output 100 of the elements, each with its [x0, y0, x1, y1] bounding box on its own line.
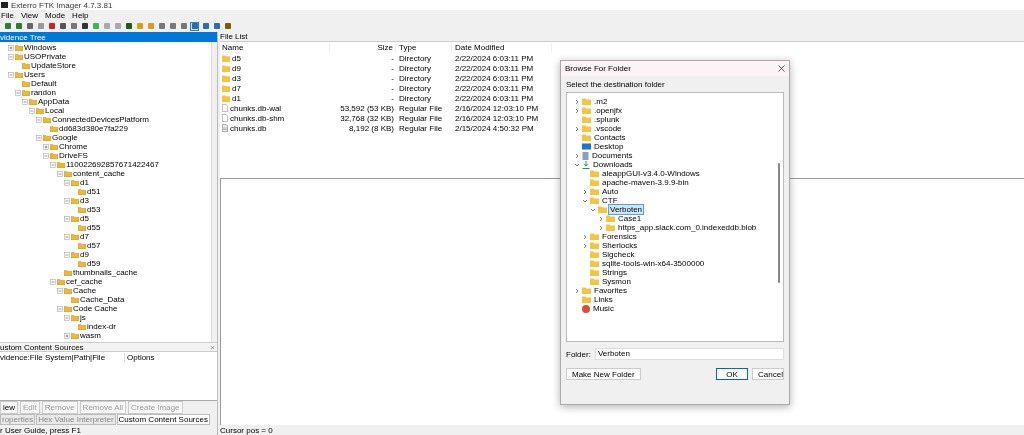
tree-item[interactable]: content_cache	[73, 169, 126, 178]
tree-item[interactable]: ConnectedDevicesPlatform	[52, 115, 149, 124]
folder-item[interactable]: Sherlocks	[601, 241, 639, 250]
chevron-right-icon[interactable]	[598, 215, 604, 222]
menu-item[interactable]: View	[20, 10, 39, 20]
tree-item[interactable]: Cache	[73, 286, 97, 295]
chevron-right-icon[interactable]	[574, 107, 580, 114]
collapse-icon[interactable]	[64, 197, 70, 204]
expand-icon[interactable]	[43, 143, 49, 150]
tree-item[interactable]: Chrome	[59, 142, 88, 151]
chevron-right-icon[interactable]	[574, 152, 580, 159]
file-name[interactable]: d1	[232, 93, 241, 103]
folder-item[interactable]: Sigcheck	[601, 250, 636, 259]
folder-item[interactable]: Verboten	[609, 205, 644, 214]
collapse-icon[interactable]	[29, 107, 35, 114]
tree-item[interactable]: d3	[80, 196, 89, 205]
tree-item[interactable]: USOPrivate	[24, 52, 67, 61]
folder-item[interactable]: Desktop	[593, 142, 625, 151]
collapse-icon[interactable]	[57, 170, 63, 177]
menu-item[interactable]: File	[1, 10, 14, 20]
file-name[interactable]: chunks.db-shm	[230, 113, 285, 123]
collapse-icon[interactable]	[64, 251, 70, 258]
toolbar-button[interactable]	[58, 21, 67, 31]
tree-item[interactable]: d51	[87, 187, 101, 196]
toolbar-button[interactable]	[80, 21, 89, 31]
folder-item[interactable]: Forensics	[601, 232, 638, 241]
folder-item[interactable]: Downloads	[592, 160, 634, 169]
toolbar-button[interactable]	[223, 21, 232, 31]
chevron-right-icon[interactable]	[598, 224, 604, 231]
collapse-icon[interactable]	[36, 116, 42, 123]
folder-item[interactable]: .m2	[593, 97, 609, 106]
tree-item[interactable]: DriveFS	[59, 151, 88, 160]
toolbar-button[interactable]	[25, 21, 34, 31]
chevron-right-icon[interactable]	[574, 125, 580, 132]
toolbar-button[interactable]	[124, 21, 133, 31]
toolbar-button[interactable]	[201, 21, 210, 31]
tree-item[interactable]: d59	[87, 259, 101, 268]
folder-item[interactable]: Strings	[601, 268, 628, 277]
tree-item[interactable]: d5	[80, 214, 89, 223]
tree-item[interactable]: Code Cache	[73, 304, 118, 313]
tree-item[interactable]: dd683d380e7fa229	[59, 124, 128, 133]
tree-item[interactable]: thumbnails_cache	[73, 268, 138, 277]
folder-item[interactable]: Case1	[617, 214, 643, 223]
tree-item[interactable]: d9	[80, 250, 89, 259]
collapse-icon[interactable]	[50, 161, 56, 168]
expand-icon[interactable]	[64, 332, 70, 339]
collapse-icon[interactable]	[50, 278, 56, 285]
toolbar-button[interactable]	[47, 21, 56, 31]
folder-item[interactable]: .openjfx	[593, 106, 624, 115]
tree-item[interactable]: d1	[80, 178, 89, 187]
dialog-button[interactable]: Cancel	[752, 368, 784, 380]
chevron-right-icon[interactable]	[582, 233, 588, 240]
tree-item[interactable]: Default	[31, 79, 57, 88]
file-name[interactable]: d7	[232, 83, 241, 93]
file-name[interactable]: d9	[232, 63, 241, 73]
tree-item[interactable]: Local	[45, 106, 65, 115]
tree-item[interactable]: cef_cache	[66, 277, 103, 286]
tree-item[interactable]: d55	[87, 223, 101, 232]
chevron-right-icon[interactable]	[582, 188, 588, 195]
collapse-icon[interactable]	[15, 89, 21, 96]
folder-item[interactable]: Sysmon	[601, 277, 632, 286]
file-name[interactable]: d5	[232, 53, 241, 63]
folder-item[interactable]: .splunk	[593, 115, 621, 124]
tab[interactable]: Custom Content Sources	[116, 414, 210, 425]
collapse-icon[interactable]	[64, 179, 70, 186]
chevron-down-icon[interactable]	[574, 161, 580, 168]
folder-item[interactable]: Documents	[591, 151, 634, 160]
collapse-icon[interactable]	[57, 287, 63, 294]
tree-item[interactable]: d7	[80, 232, 89, 241]
toolbar-button[interactable]	[212, 21, 221, 31]
chevron-down-icon[interactable]	[582, 197, 588, 204]
chevron-right-icon[interactable]	[582, 242, 588, 249]
collapse-icon[interactable]	[8, 53, 14, 60]
tree-item[interactable]: randon	[31, 88, 56, 97]
folder-item[interactable]: .vscode	[593, 124, 623, 133]
tree-item[interactable]: Users	[24, 70, 45, 79]
folder-item[interactable]: Music	[592, 304, 615, 313]
chevron-right-icon[interactable]	[574, 287, 580, 294]
scrollbar[interactable]	[778, 163, 780, 283]
folder-item[interactable]: https_app.slack.com_0.indexeddb.blob	[617, 223, 758, 232]
collapse-icon[interactable]	[64, 215, 70, 222]
tree-item[interactable]: 110022692857671422467	[66, 160, 159, 169]
folder-item[interactable]: Auto	[601, 187, 620, 196]
close-icon[interactable]	[778, 65, 785, 72]
collapse-icon[interactable]	[22, 98, 28, 105]
collapse-icon[interactable]	[43, 152, 49, 159]
tree-item[interactable]: Cache_Data	[80, 295, 125, 304]
action-button[interactable]: iew	[0, 401, 18, 414]
folder-item[interactable]: Links	[593, 295, 614, 304]
collapse-icon[interactable]	[36, 134, 42, 141]
scrollbar[interactable]	[211, 42, 217, 342]
toolbar-button[interactable]	[190, 21, 199, 31]
dialog-button[interactable]: Make New Folder	[566, 368, 641, 380]
expand-icon[interactable]	[8, 44, 14, 51]
tree-item[interactable]: UpdateStore	[31, 61, 76, 70]
chevron-right-icon[interactable]	[574, 98, 580, 105]
folder-item[interactable]: Contacts	[593, 133, 627, 142]
folder-item[interactable]: sqlite-tools-win-x64-3500000	[601, 259, 706, 268]
file-name[interactable]: d3	[232, 73, 241, 83]
folder-input[interactable]: Verboten	[594, 348, 784, 360]
